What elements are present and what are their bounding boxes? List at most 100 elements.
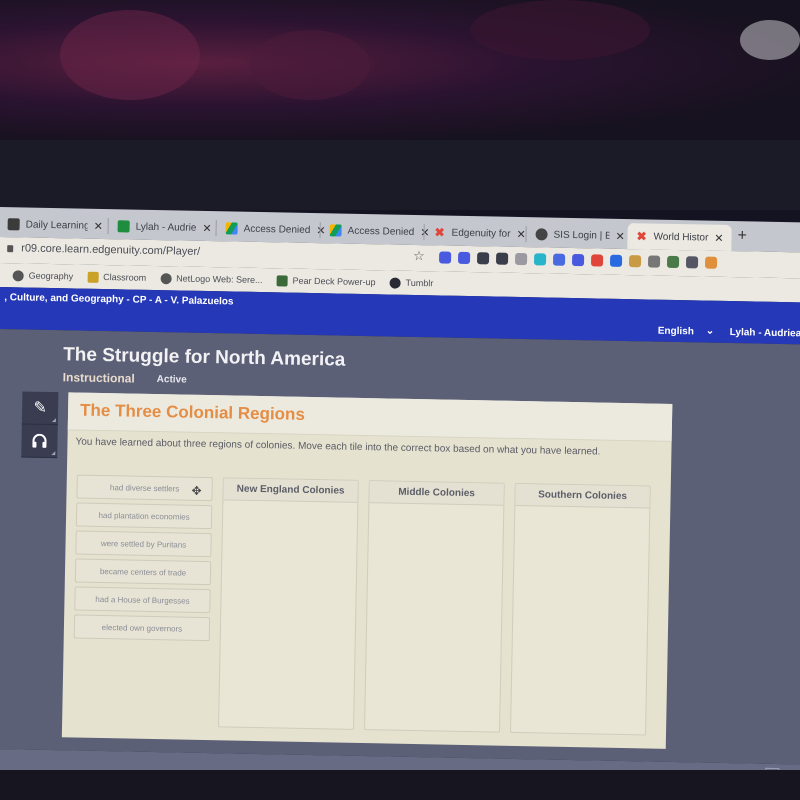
extension-icon[interactable] — [628, 255, 642, 268]
close-icon[interactable]: ✕ — [615, 229, 624, 242]
draggable-tile[interactable]: were settled by Puritans — [75, 530, 212, 558]
browser-window: Daily Learning ✕ Lylah - Audrie ✕ Access… — [0, 207, 800, 789]
browser-tab[interactable]: Access Denied ✕ — [217, 215, 333, 243]
drive-icon — [329, 224, 342, 237]
extension-icon[interactable] — [590, 254, 604, 267]
edgenuity-icon: ✖ — [636, 229, 647, 244]
bookmark-star-icon[interactable]: ☆ — [413, 248, 425, 264]
language-selector[interactable]: English — [658, 326, 694, 338]
pencil-icon: ✎ — [33, 399, 48, 417]
wallpaper-shape — [740, 20, 800, 60]
tab-label: World History — [653, 231, 709, 244]
drive-icon — [225, 222, 238, 235]
background-wallpaper — [0, 0, 800, 140]
classroom-icon — [7, 218, 20, 231]
course-title: , Culture, and Geography - CP - A - V. P… — [4, 292, 234, 308]
extension-icon[interactable] — [685, 256, 699, 269]
bookmark-label: NetLogo Web: Sere... — [176, 273, 263, 286]
wallpaper-shape — [60, 10, 200, 100]
bookmark-tumblr[interactable]: Tumblr — [389, 276, 434, 289]
bookmark-classroom[interactable]: Classroom — [87, 271, 146, 283]
tile-label: elected own governors — [101, 622, 183, 634]
audio-tool-button[interactable] — [21, 424, 58, 459]
extensions-toolbar — [438, 251, 718, 269]
drop-box-title: Southern Colonies — [515, 483, 650, 509]
bookmark-geography[interactable]: Geography — [12, 269, 74, 282]
bookmark-netlogo[interactable]: NetLogo Web: Sere... — [160, 272, 263, 286]
drop-box-title: New England Colonies — [223, 478, 358, 503]
new-tab-button[interactable]: + — [737, 227, 747, 245]
close-icon[interactable]: ✕ — [516, 227, 525, 240]
tumblr-icon — [389, 276, 401, 289]
tile-label: became centers of trade — [99, 566, 187, 578]
extension-icon[interactable] — [438, 251, 452, 264]
tab-label: Lylah - Audrie — [135, 221, 197, 234]
extension-icon[interactable] — [533, 253, 547, 266]
browser-tab[interactable]: Access Denied ✕ — [321, 217, 437, 245]
tab-label: Access Denied — [243, 223, 311, 236]
drop-box-southern[interactable]: Southern Colonies — [509, 482, 651, 736]
browser-tab[interactable]: Daily Learning ✕ — [0, 211, 111, 239]
activity-title: The Three Colonial Regions — [79, 400, 306, 424]
tab-label: Edgenuity for — [451, 227, 511, 240]
lock-icon — [7, 244, 14, 252]
close-icon[interactable]: ✕ — [714, 231, 723, 244]
corner-indicator — [51, 451, 56, 456]
activity-instructions: You have learned about three regions of … — [75, 436, 601, 458]
extension-icon[interactable] — [571, 253, 585, 267]
draggable-tile[interactable]: elected own governors — [73, 614, 211, 642]
browser-tab[interactable]: ✖ Edgenuity for ✕ — [425, 219, 534, 247]
tool-rail: ✎ — [21, 391, 59, 459]
tab-label: Access Denied — [347, 225, 415, 238]
extension-icon[interactable] — [552, 253, 566, 266]
bookmark-label: Tumblr — [405, 277, 434, 289]
drop-box-new-england[interactable]: New England Colonies — [218, 477, 359, 730]
bookmark-label: Geography — [28, 270, 74, 282]
lesson-type-label: Instructional — [62, 370, 135, 386]
wallpaper-shape — [470, 0, 650, 60]
lesson-status-label: Active — [156, 374, 187, 386]
browser-tab[interactable]: SIS Login | Ed ✕ — [527, 221, 633, 249]
drop-box-middle[interactable]: Middle Colonies — [364, 480, 505, 733]
extension-icon[interactable] — [476, 252, 490, 265]
extension-icon[interactable] — [666, 255, 680, 269]
close-icon[interactable]: ✕ — [202, 221, 211, 234]
globe-icon — [12, 269, 24, 281]
drop-box-title: Middle Colonies — [369, 481, 504, 506]
headphones-icon — [32, 433, 47, 448]
tab-label: SIS Login | Ed — [553, 229, 610, 242]
draggable-tile[interactable]: had diverse settlers ✥ — [76, 474, 213, 502]
extension-icon[interactable] — [647, 255, 661, 268]
player-content: The Struggle for North America Instructi… — [0, 328, 800, 765]
monitor-bezel — [0, 140, 800, 210]
browser-tab[interactable]: Lylah - Audrie ✕ — [109, 213, 219, 241]
lesson-title: The Struggle for North America — [62, 344, 346, 371]
extension-icon[interactable] — [609, 254, 623, 267]
classroom-icon — [87, 271, 99, 283]
pencil-tool-button[interactable]: ✎ — [21, 391, 59, 426]
tile-label: had diverse settlers — [109, 482, 180, 493]
bookmark-label: Classroom — [103, 271, 147, 283]
extension-icon[interactable] — [704, 256, 718, 269]
address-bar[interactable]: r09.core.learn.edgenuity.com/Player/ — [7, 242, 200, 258]
draggable-tile[interactable]: had a House of Burgesses — [74, 586, 211, 614]
extension-icon[interactable] — [457, 251, 471, 265]
tab-label: Daily Learning — [25, 218, 88, 232]
tile-bank: had diverse settlers ✥ had plantation ec… — [73, 474, 213, 646]
tile-label: had a House of Burgesses — [95, 594, 190, 606]
extension-icon[interactable] — [495, 252, 509, 265]
close-icon[interactable]: ✕ — [94, 219, 103, 232]
tile-label: had plantation economies — [98, 510, 190, 522]
tile-label: were settled by Puritans — [100, 538, 187, 550]
draggable-tile[interactable]: had plantation economies — [75, 502, 213, 530]
chevron-down-icon[interactable]: ⌄ — [706, 326, 715, 337]
user-menu[interactable]: Lylah - Audriea — [730, 327, 800, 339]
globe-icon — [160, 272, 172, 284]
activity-panel: The Three Colonial Regions You have lear… — [61, 392, 673, 749]
sheets-icon — [117, 220, 130, 233]
edgenuity-icon: ✖ — [434, 225, 445, 240]
browser-tab-active[interactable]: ✖ World History ✕ — [627, 223, 732, 252]
bookmark-pear-deck[interactable]: Pear Deck Power-up — [276, 274, 376, 288]
draggable-tile[interactable]: became centers of trade — [74, 558, 212, 586]
extension-icon[interactable] — [514, 252, 528, 266]
